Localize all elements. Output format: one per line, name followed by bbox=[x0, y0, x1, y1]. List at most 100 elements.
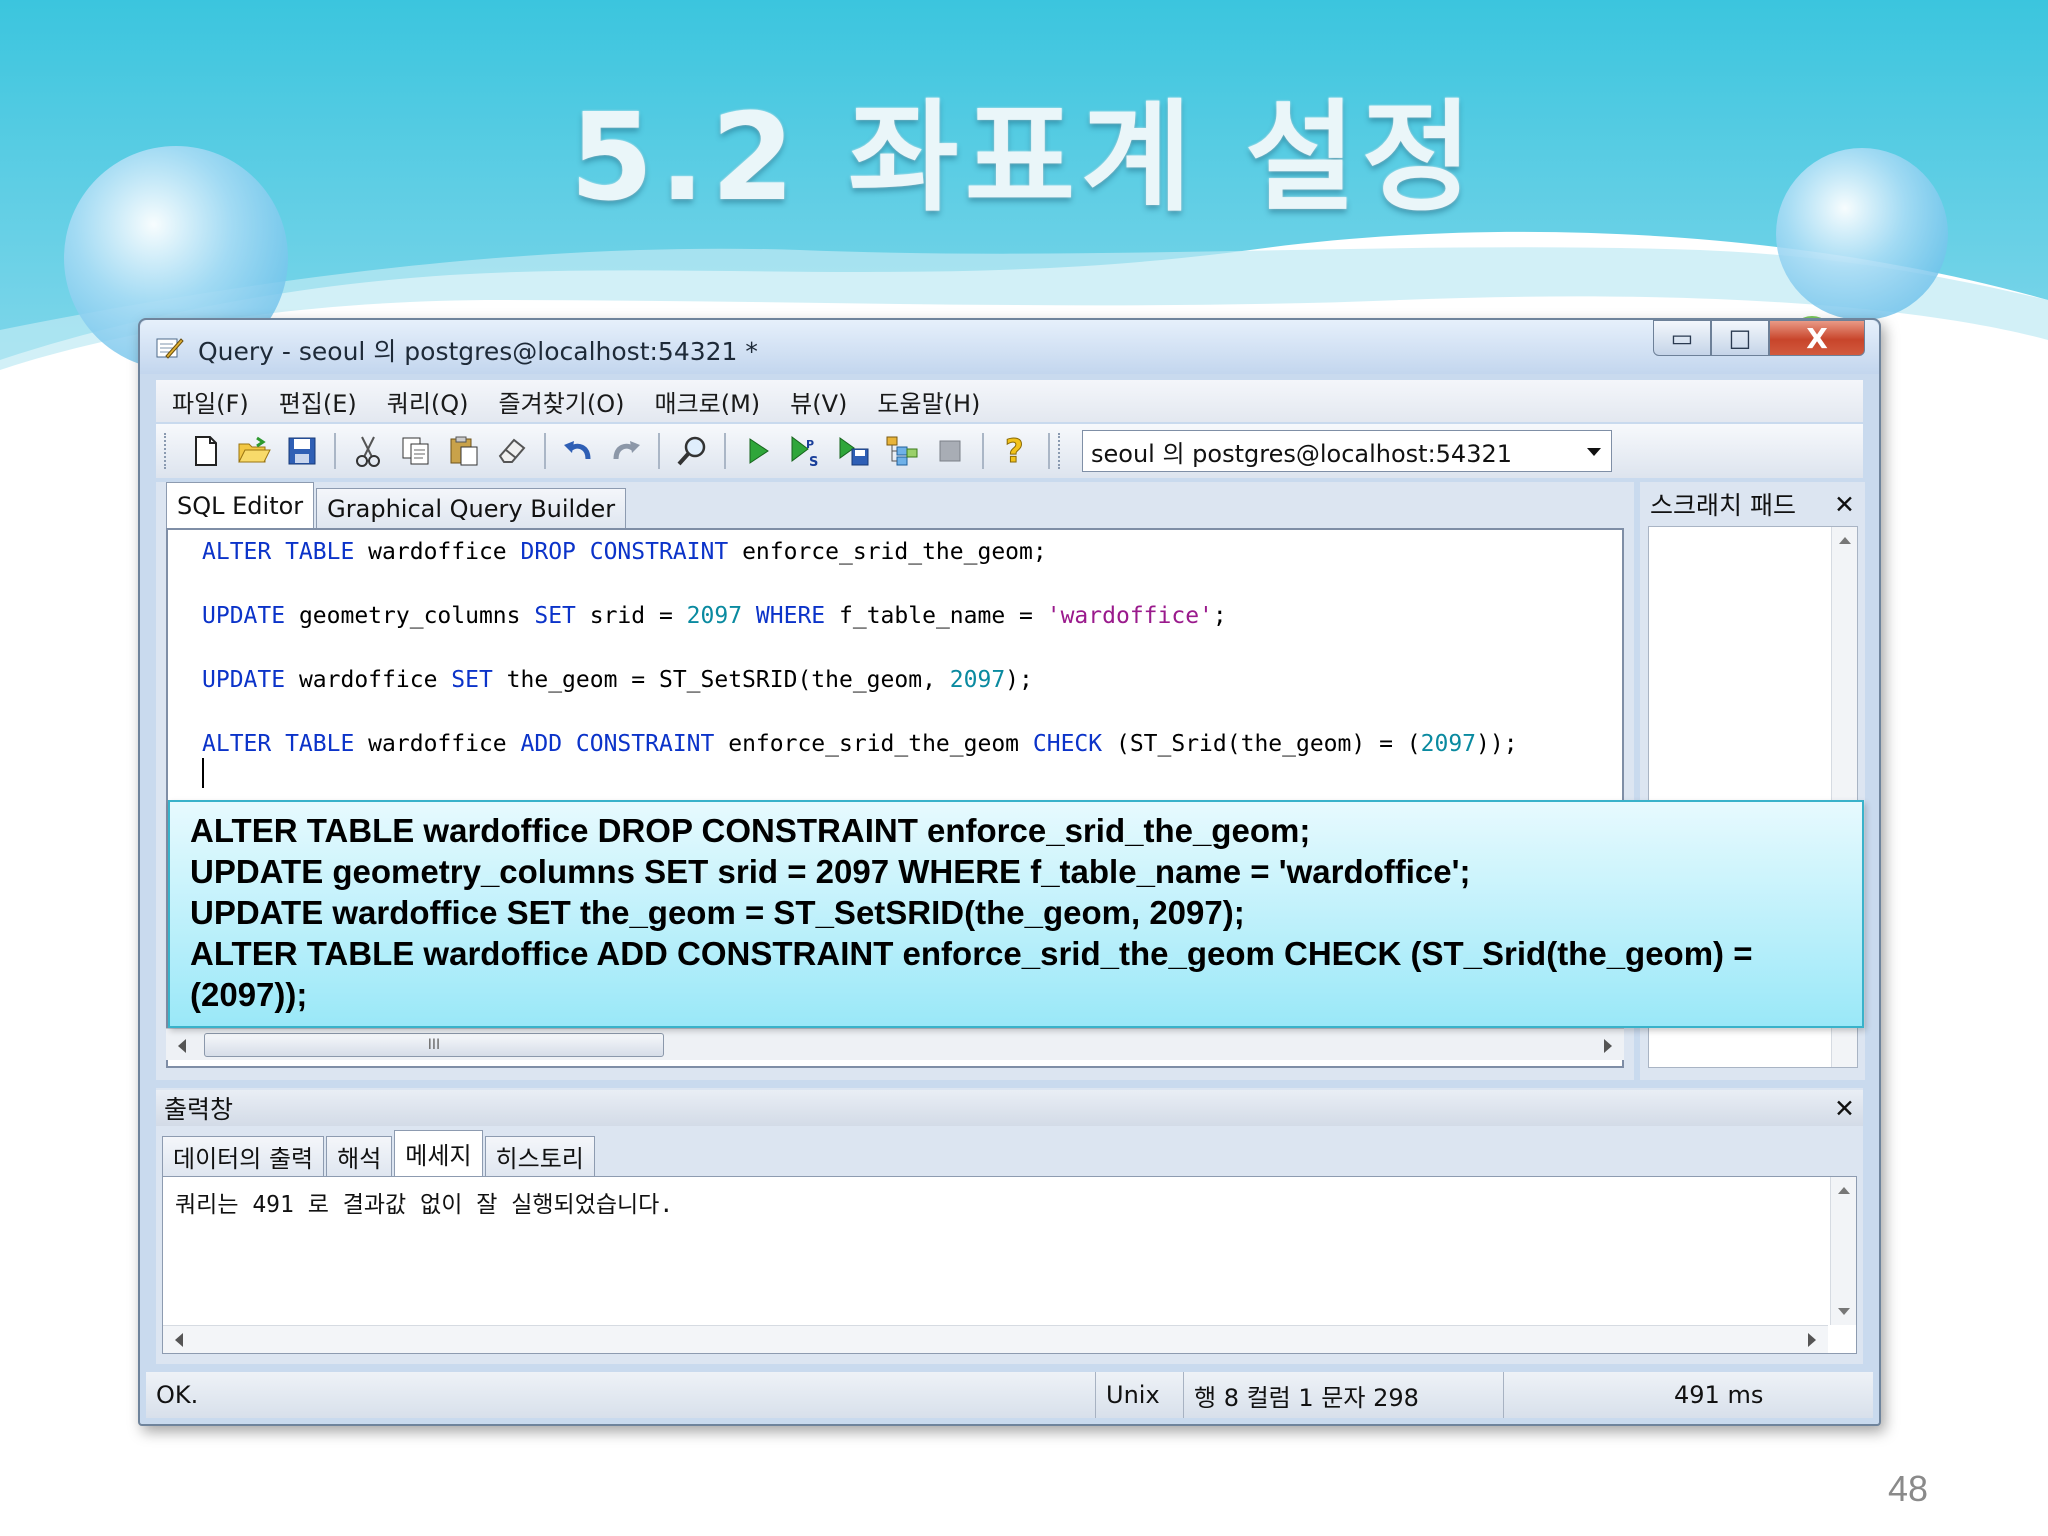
callout-line: UPDATE geometry_columns SET srid = 2097 … bbox=[190, 853, 1471, 890]
svg-text:P: P bbox=[806, 438, 814, 451]
maximize-button[interactable]: □ bbox=[1711, 320, 1769, 356]
tab-history[interactable]: 히스토리 bbox=[484, 1136, 595, 1176]
menu-edit[interactable]: 편집(E) bbox=[279, 384, 357, 419]
output-header: 출력창 ✕ bbox=[156, 1090, 1863, 1126]
sql-keyword: ALTER TABLE bbox=[202, 731, 355, 757]
cut-icon[interactable] bbox=[350, 433, 386, 469]
execute-to-file-icon[interactable] bbox=[836, 433, 872, 469]
sql-number: 2097 bbox=[1420, 731, 1477, 757]
toolbar-grip[interactable] bbox=[164, 433, 170, 469]
code-lines: ALTER TABLE wardoffice DROP CONSTRAINT e… bbox=[202, 536, 1518, 792]
menu-query[interactable]: 쿼리(Q) bbox=[387, 384, 469, 419]
editor-horizontal-scrollbar[interactable]: III bbox=[166, 1028, 1624, 1060]
toolbar-grip[interactable] bbox=[1058, 433, 1064, 469]
tab-graphical-query-builder[interactable]: Graphical Query Builder bbox=[316, 488, 627, 528]
callout-line: ALTER TABLE wardoffice DROP CONSTRAINT e… bbox=[190, 812, 1311, 849]
explain-icon[interactable] bbox=[884, 433, 920, 469]
scroll-right-icon[interactable] bbox=[1808, 1333, 1816, 1347]
clear-icon[interactable] bbox=[494, 433, 530, 469]
toolbar-separator bbox=[544, 433, 546, 469]
callout-line: UPDATE wardoffice SET the_geom = ST_SetS… bbox=[190, 894, 1245, 931]
chevron-down-icon[interactable] bbox=[1587, 448, 1601, 456]
message-area[interactable]: 쿼리는 491 로 결과값 없이 잘 실행되었습니다. bbox=[162, 1176, 1857, 1354]
sql-text: ; bbox=[1212, 603, 1227, 629]
code-line: ALTER TABLE wardoffice ADD CONSTRAINT en… bbox=[202, 728, 1518, 792]
sql-keyword: DROP CONSTRAINT bbox=[520, 539, 729, 565]
sql-keyword: CHECK bbox=[1032, 731, 1103, 757]
scroll-right-icon[interactable] bbox=[1604, 1039, 1612, 1053]
output-vertical-scrollbar[interactable] bbox=[1830, 1177, 1856, 1325]
close-icon[interactable]: ✕ bbox=[1834, 490, 1855, 519]
window-title: Query - seoul 의 postgres@localhost:54321… bbox=[198, 337, 758, 366]
menu-macros[interactable]: 매크로(M) bbox=[654, 384, 760, 419]
sql-keyword: ALTER TABLE bbox=[202, 539, 355, 565]
code-line: ALTER TABLE wardoffice DROP CONSTRAINT e… bbox=[202, 536, 1518, 600]
undo-icon[interactable] bbox=[560, 433, 596, 469]
menu-favourites[interactable]: 즐겨찾기(O) bbox=[499, 384, 625, 419]
scroll-left-icon[interactable] bbox=[175, 1333, 183, 1347]
toolbar-separator bbox=[982, 433, 984, 469]
scroll-up-icon[interactable] bbox=[1839, 537, 1851, 544]
redo-icon[interactable] bbox=[608, 433, 644, 469]
editor-tabs: SQL Editor Graphical Query Builder bbox=[166, 482, 628, 528]
scroll-up-icon[interactable] bbox=[1838, 1187, 1850, 1194]
help-icon[interactable]: ? bbox=[998, 433, 1034, 469]
svg-text:S: S bbox=[809, 455, 818, 468]
new-file-icon[interactable] bbox=[188, 433, 224, 469]
tab-explain[interactable]: 해석 bbox=[326, 1136, 393, 1176]
tab-messages[interactable]: 메세지 bbox=[394, 1130, 483, 1176]
sql-text: (ST_Srid(the_geom) = ( bbox=[1102, 731, 1421, 757]
code-line: UPDATE geometry_columns SET srid = 2097 … bbox=[202, 600, 1518, 664]
close-button[interactable]: X bbox=[1769, 320, 1865, 356]
scroll-down-icon[interactable] bbox=[1838, 1308, 1850, 1315]
execute-icon[interactable] bbox=[740, 433, 776, 469]
sql-text: wardoffice bbox=[354, 539, 521, 565]
stop-icon[interactable] bbox=[932, 433, 968, 469]
callout-line: (2097)); bbox=[190, 976, 308, 1013]
status-duration: 491 ms bbox=[1674, 1381, 1764, 1409]
sql-keyword: SET bbox=[451, 667, 493, 693]
sql-text: the_geom = ST_SetSRID(the_geom, bbox=[492, 667, 950, 693]
paste-icon[interactable] bbox=[446, 433, 482, 469]
output-title: 출력창 bbox=[164, 1095, 234, 1124]
menu-bar: 파일(F) 편집(E) 쿼리(Q) 즐겨찾기(O) 매크로(M) 뷰(V) 도움… bbox=[156, 380, 1863, 422]
copy-icon[interactable] bbox=[398, 433, 434, 469]
sql-text: ); bbox=[1005, 667, 1033, 693]
tab-sql-editor[interactable]: SQL Editor bbox=[166, 482, 315, 528]
open-folder-icon[interactable] bbox=[236, 433, 272, 469]
save-icon[interactable] bbox=[284, 433, 320, 469]
status-cursor-position: 행 8 컬럼 1 문자 298 bbox=[1184, 1372, 1504, 1418]
sql-number: 2097 bbox=[949, 667, 1006, 693]
status-bar: OK. Unix 행 8 컬럼 1 문자 298 491 ms bbox=[146, 1372, 1873, 1418]
result-message: 쿼리는 491 로 결과값 없이 잘 실행되었습니다. bbox=[175, 1192, 674, 1218]
output-horizontal-scrollbar[interactable] bbox=[163, 1325, 1828, 1353]
sql-text: )); bbox=[1476, 731, 1518, 757]
connection-value: seoul 의 postgres@localhost:54321 bbox=[1091, 439, 1513, 468]
sql-keyword: UPDATE bbox=[202, 667, 286, 693]
title-bar[interactable]: Query - seoul 의 postgres@localhost:54321… bbox=[140, 320, 1879, 374]
minimize-button[interactable]: ▭ bbox=[1653, 320, 1711, 356]
toolbar-separator bbox=[1048, 433, 1050, 469]
output-tabs: 데이터의 출력 해석 메세지 히스토리 bbox=[162, 1130, 597, 1176]
slide-title: 5.2 좌표계 설정 bbox=[569, 89, 1479, 228]
connection-select[interactable]: seoul 의 postgres@localhost:54321 bbox=[1082, 430, 1612, 472]
toolbar: PS ? seoul 의 postgres@localhost:54321 bbox=[156, 424, 1863, 478]
page-number: 48 bbox=[1887, 1468, 1928, 1509]
close-icon[interactable]: ✕ bbox=[1834, 1094, 1855, 1123]
status-text: OK. bbox=[146, 1372, 1096, 1418]
menu-help[interactable]: 도움말(H) bbox=[877, 384, 980, 419]
toolbar-separator bbox=[658, 433, 660, 469]
menu-file[interactable]: 파일(F) bbox=[172, 384, 249, 419]
sql-text: enforce_srid_the_geom bbox=[714, 731, 1033, 757]
toolbar-separator bbox=[334, 433, 336, 469]
sql-keyword: ADD CONSTRAINT bbox=[520, 731, 715, 757]
tab-data-output[interactable]: 데이터의 출력 bbox=[162, 1136, 325, 1176]
scroll-left-icon[interactable] bbox=[178, 1039, 186, 1053]
find-icon[interactable] bbox=[674, 433, 710, 469]
scratch-pad-header: 스크래치 패드 ✕ bbox=[1644, 486, 1861, 522]
scroll-thumb[interactable]: III bbox=[204, 1033, 664, 1057]
callout-line: ALTER TABLE wardoffice ADD CONSTRAINT en… bbox=[190, 935, 1753, 972]
execute-pgscript-icon[interactable]: PS bbox=[788, 433, 824, 469]
menu-view[interactable]: 뷰(V) bbox=[790, 384, 847, 419]
